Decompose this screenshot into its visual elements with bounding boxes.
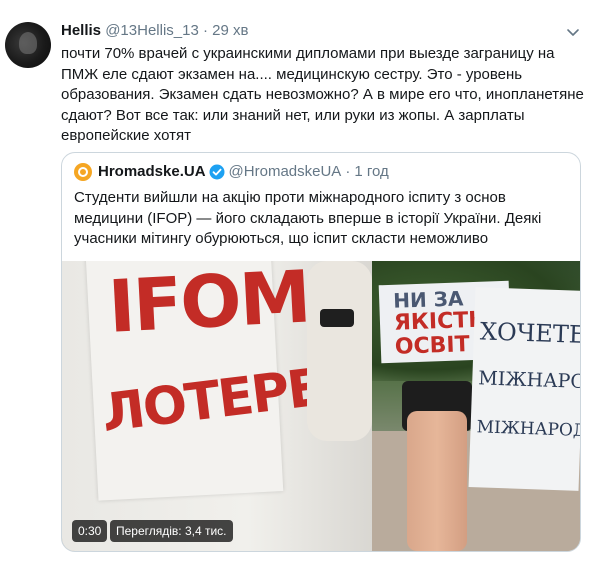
protester-legs bbox=[407, 411, 467, 551]
tweet-text-line: сдают? Вот все так: или знаний нет, или … bbox=[61, 106, 525, 124]
quoted-text-line: учасники мітингу обурюються, що іспит ск… bbox=[74, 230, 489, 247]
protest-sign-right: ХОЧЕТЕ МІЖНАРОД МІЖНАРОД bbox=[468, 287, 580, 491]
quoted-tweet[interactable]: Hromadske.UA @HromadskeUA · 1 год Студен… bbox=[61, 152, 581, 552]
quoted-author-handle[interactable]: @HromadskeUA bbox=[229, 162, 342, 182]
tweet-text-line: образования. Экзамен сдать невозможно? А… bbox=[61, 86, 584, 103]
hromadske-logo-icon[interactable] bbox=[74, 163, 92, 181]
quoted-text: Студенти вийшли на акцію проти міжнародн… bbox=[74, 188, 569, 250]
verified-badge-icon bbox=[209, 164, 225, 180]
sign-middle-line: ЯКІСТЬ bbox=[393, 307, 486, 336]
quoted-text-line: Студенти вийшли на акцію проти міжнародн… bbox=[74, 189, 506, 206]
sign-right-line: МІЖНАРОД bbox=[477, 367, 580, 394]
chevron-down-icon[interactable] bbox=[565, 24, 581, 40]
author-name[interactable]: Hellis bbox=[61, 22, 101, 39]
separator-dot: · bbox=[345, 163, 351, 180]
video-media[interactable]: НИ ЗА ЯКІСТЬ ОСВІТ ХОЧЕТЕ МІЖНАРОД МІЖНА… bbox=[62, 261, 580, 551]
quoted-text-line: медицини (IFOP) — його складають вперше … bbox=[74, 209, 542, 227]
tweet-text-line: ПМЖ еле сдают экзамен на.... медицинскую… bbox=[61, 65, 523, 83]
video-views: Переглядів: 3,4 тис. bbox=[110, 520, 233, 542]
tweet-text-line: почти 70% врачей с украинскими дипломами… bbox=[61, 45, 555, 62]
avatar-figure bbox=[19, 32, 37, 54]
sign-left-line: IFOM bbox=[106, 261, 312, 349]
author-handle[interactable]: @13Hellis_13 bbox=[105, 22, 199, 39]
quoted-author-name[interactable]: Hromadske.UA bbox=[98, 162, 206, 182]
tweet-time[interactable]: 29 хв bbox=[212, 22, 248, 39]
video-duration: 0:30 bbox=[72, 520, 108, 542]
tweet-text-line: европейские хотят bbox=[61, 127, 191, 144]
quoted-header: Hromadske.UA @HromadskeUA · 1 год bbox=[74, 162, 389, 182]
protester-arm bbox=[307, 261, 372, 441]
tweet-header: Hellis @13Hellis_13 · 29 хв bbox=[61, 21, 249, 41]
protest-sign-left: IFOM ЛОТЕРЕЯ bbox=[85, 261, 362, 501]
avatar[interactable] bbox=[5, 22, 51, 68]
sign-right-line: МІЖНАРОД bbox=[476, 417, 580, 442]
tweet[interactable]: Hellis @13Hellis_13 · 29 хв почти 70% вр… bbox=[0, 0, 608, 566]
sign-middle-line: ОСВІТ bbox=[394, 332, 471, 360]
sign-right-line: ХОЧЕТЕ bbox=[479, 317, 580, 350]
wristwatch bbox=[320, 309, 354, 327]
quoted-time[interactable]: 1 год bbox=[354, 162, 388, 182]
tweet-text: почти 70% врачей с украинскими дипломами… bbox=[61, 44, 591, 147]
separator-dot: · bbox=[203, 22, 208, 39]
